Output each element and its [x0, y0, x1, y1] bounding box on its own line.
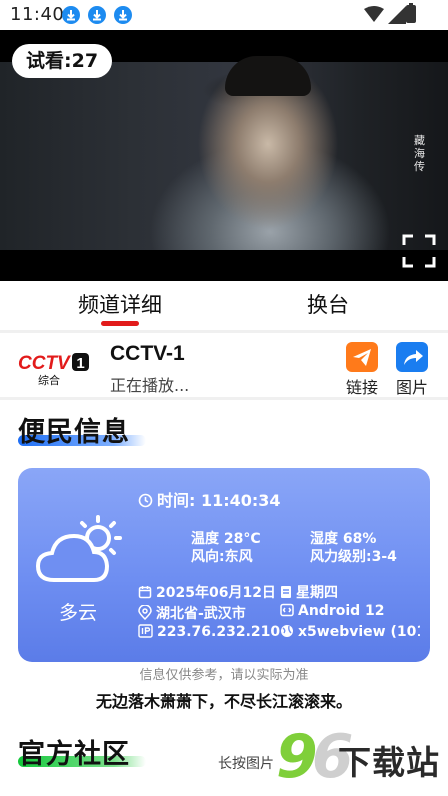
- section-title-community: 官方社区: [18, 739, 130, 770]
- watermark-text: 下载站: [338, 743, 440, 782]
- fullscreen-icon[interactable]: [402, 234, 436, 268]
- weekday-row: 星期四: [280, 582, 338, 603]
- date-value: 2025年06月12日: [156, 585, 276, 601]
- download-icon: [88, 6, 106, 24]
- webview-row: x5webview (101.0: [280, 624, 420, 642]
- globe-icon: [280, 624, 294, 642]
- wind-level: 风力级别:3-4: [310, 549, 397, 565]
- webview-value: x5webview (101.0: [298, 624, 420, 640]
- download-icon: [62, 6, 80, 24]
- logo-subtitle: 综合: [38, 373, 60, 386]
- active-tab-indicator: [101, 321, 139, 326]
- tab-switch-channel[interactable]: 换台: [268, 289, 388, 319]
- channel-status: 正在播放...: [110, 376, 190, 395]
- humidity: 湿度 68%: [310, 531, 377, 547]
- weather-card: 多云 时间: 11:40:34 温度 28°C 湿度 68% 风向:东风 风力级…: [18, 468, 430, 662]
- site-watermark: 96 下载站: [276, 722, 448, 796]
- link-button[interactable]: 链接: [342, 342, 382, 398]
- weather-condition: 多云: [58, 602, 97, 624]
- watermark-digits: 96: [276, 722, 353, 792]
- longpress-hint: 长按图片: [218, 756, 274, 772]
- temperature: 温度 28°C: [191, 531, 261, 547]
- section-title-convenience: 便民信息: [18, 417, 130, 448]
- date-row: 2025年06月12日: [138, 582, 276, 603]
- send-icon: [346, 342, 378, 372]
- clock-icon: [138, 493, 153, 512]
- status-time: 11:40: [10, 4, 65, 25]
- battery-icon: [406, 3, 416, 23]
- calendar-icon: [138, 585, 152, 603]
- wifi-icon: [364, 6, 384, 26]
- ip-icon: [138, 624, 153, 642]
- location-row: 湖北省-武汉市: [138, 603, 246, 624]
- ip-value: 223.76.232.210: [157, 624, 281, 640]
- share-arrow-icon: [396, 342, 428, 372]
- weather-time: 时间: 11:40:34: [138, 487, 281, 512]
- cctv-logo: CCTV 1 综合: [18, 350, 90, 387]
- video-player[interactable]: 试看:27 藏海传: [0, 30, 448, 281]
- channel-name: CCTV-1: [110, 342, 185, 365]
- poem-quote: 无边落木萧萧下，不尽长江滚滚来。: [95, 692, 352, 711]
- os-row: Android 12: [280, 603, 385, 621]
- link-label: 链接: [345, 378, 378, 397]
- ip-row: 223.76.232.210: [138, 624, 280, 642]
- logo-text: CCTV: [18, 353, 71, 374]
- wind-direction: 风向:东风: [191, 549, 253, 565]
- video-frame: [0, 62, 448, 250]
- location-value: 湖北省-武汉市: [156, 606, 246, 622]
- tab-channel-detail[interactable]: 频道详细: [60, 289, 180, 319]
- trial-countdown-badge: 试看:27: [12, 44, 113, 78]
- code-icon: [280, 603, 294, 621]
- time-value: 时间: 11:40:34: [157, 491, 281, 510]
- location-pin-icon: [138, 604, 152, 624]
- download-icon: [114, 6, 132, 24]
- picture-button[interactable]: 图片: [392, 342, 432, 398]
- video-figure: [225, 56, 311, 96]
- channel-info-row: CCTV 1 综合 CCTV-1 正在播放... 链接 图片: [0, 336, 448, 400]
- os-value: Android 12: [298, 603, 385, 619]
- weekday-value: 星期四: [296, 585, 338, 601]
- drama-logo: 藏海传: [414, 134, 425, 173]
- tab-bar: 频道详细 换台: [0, 281, 448, 333]
- status-bar: 11:40: [0, 0, 448, 30]
- picture-label: 图片: [395, 378, 428, 397]
- partly-cloudy-icon: [32, 514, 128, 586]
- disclaimer-text: 信息仅供参考，请以实际为准: [139, 668, 309, 683]
- document-icon: [280, 585, 292, 603]
- logo-number: 1: [76, 355, 84, 372]
- signal-icon: [388, 6, 406, 28]
